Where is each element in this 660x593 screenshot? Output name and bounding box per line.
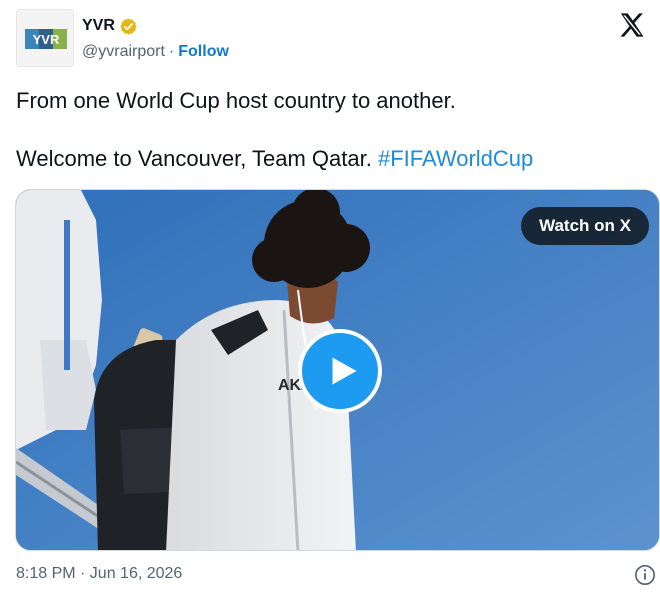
handle[interactable]: @yvrairport [82,43,165,61]
hashtag-link[interactable]: #FIFAWorldCup [378,146,533,171]
x-logo-icon[interactable] [618,11,646,39]
watch-on-x-button[interactable]: Watch on X [521,207,649,245]
display-name[interactable]: YVR [82,17,115,35]
play-icon [332,357,357,385]
separator-dot: · [168,43,175,60]
verified-badge-icon [119,17,138,36]
info-icon[interactable] [634,564,656,586]
play-button[interactable] [298,329,382,413]
name-row: YVR [82,15,138,37]
yvr-logo: YVR [17,10,73,66]
tweet-header: YVR YVR @yvrairport · Follow [16,9,646,69]
tweet-line-1: From one World Cup host country to anoth… [16,88,456,113]
avatar[interactable]: YVR [16,9,74,67]
tweet-line-2-text: Welcome to Vancouver, Team Qatar. [16,146,378,171]
handle-row: @yvrairport · Follow [82,41,229,63]
tweet-text: From one World Cup host country to anoth… [16,86,646,174]
tweet-card: YVR YVR @yvrairport · Follow From one Wo… [0,0,660,593]
follow-button[interactable]: Follow [178,43,229,61]
tweet-line-2: Welcome to Vancouver, Team Qatar. #FIFAW… [16,144,646,174]
tweet-timestamp[interactable]: 8:18 PM · Jun 16, 2026 [16,565,182,583]
avatar-logo-text: YVR [33,32,60,47]
video-media[interactable]: AKZ Watch on X [15,189,660,551]
